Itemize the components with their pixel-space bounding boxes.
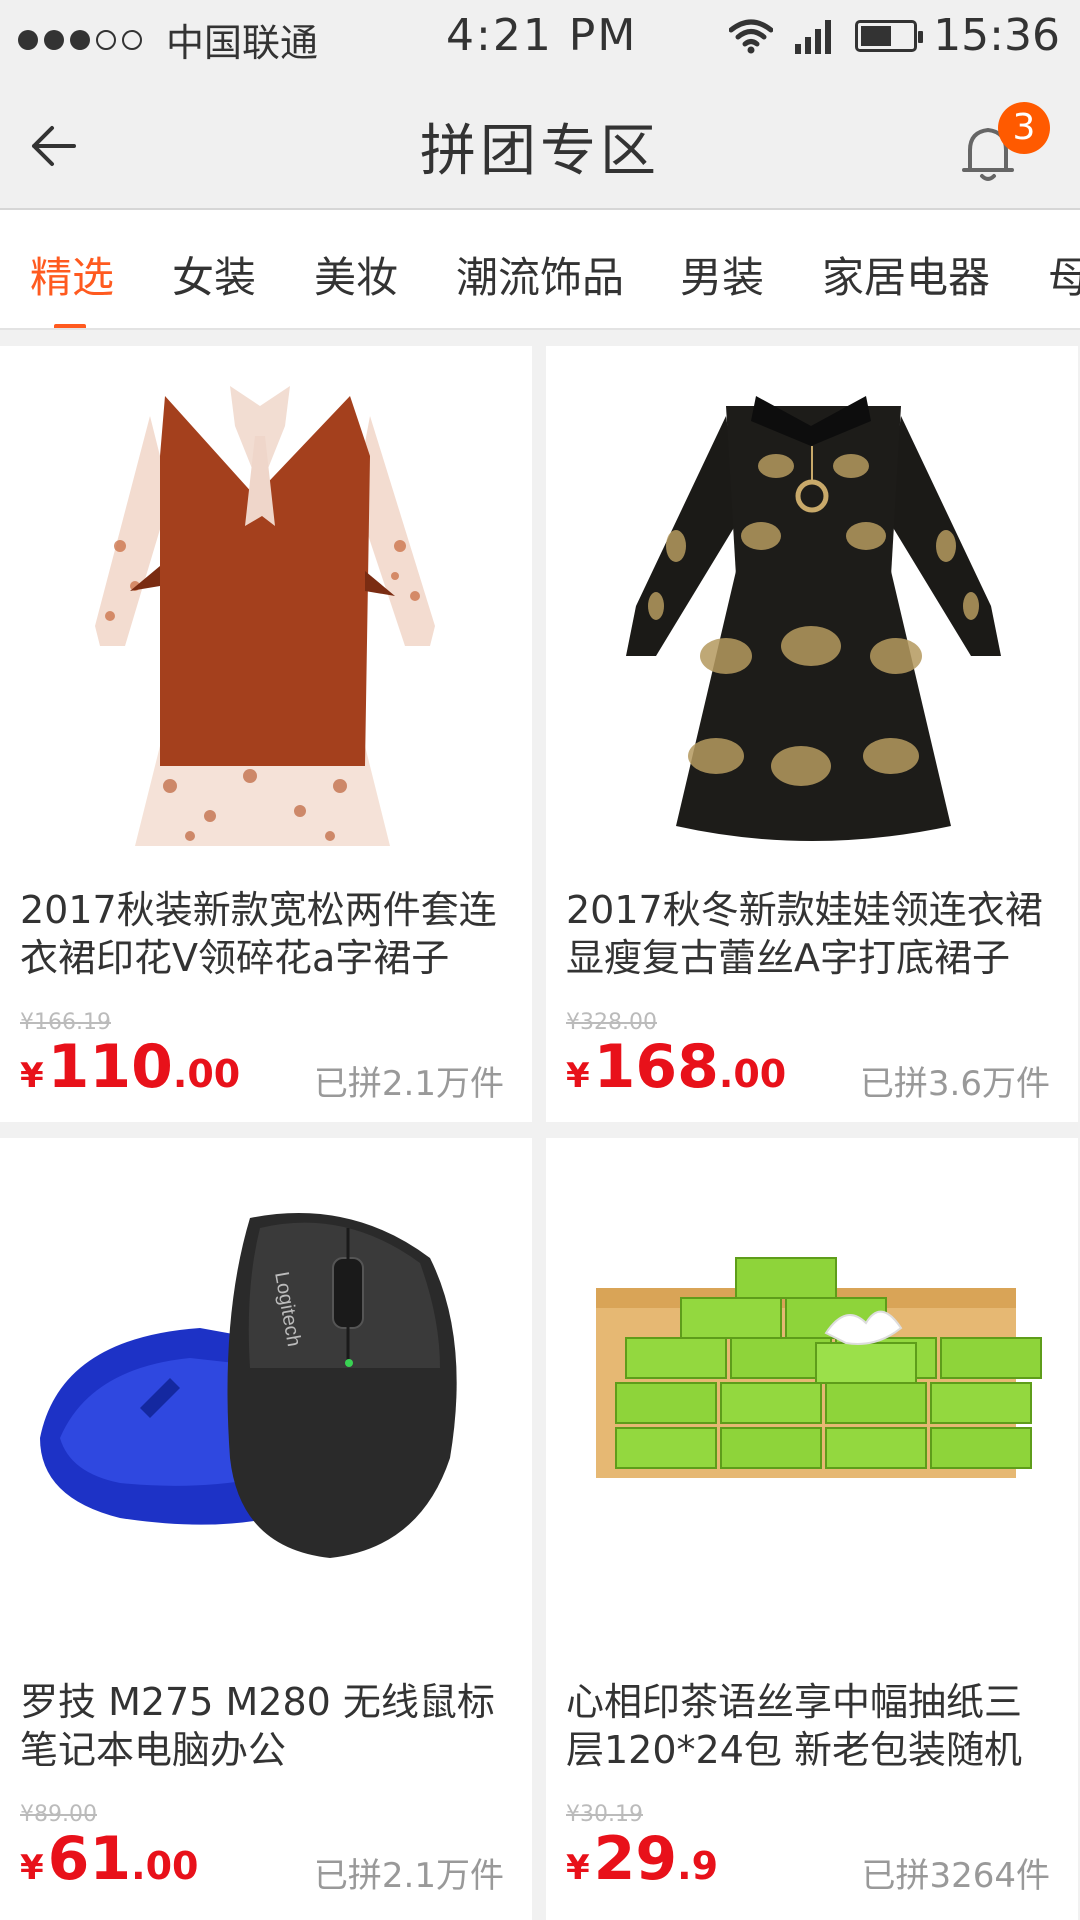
sold-count: 已拼3.6万件 xyxy=(859,1064,1050,1104)
battery-icon xyxy=(855,19,924,52)
carrier-name: 中国联通 xyxy=(166,21,319,65)
currency-symbol: ¥ xyxy=(566,1848,590,1888)
product-card[interactable]: 2017秋冬新款娃娃领连衣裙显瘦复古蕾丝A字打底裙子 ¥328.00 ¥168.… xyxy=(546,346,1078,1122)
nav-bar: 拼团专区 3 xyxy=(0,78,1080,210)
tissue-pack-image xyxy=(596,1257,1042,1478)
sold-count: 已拼2.1万件 xyxy=(313,1064,504,1104)
product-image[interactable] xyxy=(0,346,532,866)
signal-dot xyxy=(18,29,38,50)
category-tabs: 精选 女装 美妆 潮流饰品 男装 家居电器 母 xyxy=(0,210,1080,330)
product-card[interactable]: 心相印茶语丝享中幅抽纸三层120*24包 新老包装随机 ¥30.19 ¥29.9… xyxy=(546,1138,1078,1920)
sold-count: 已拼3264件 xyxy=(861,1856,1050,1896)
price-integer: 29 xyxy=(593,1824,678,1894)
product-title: 罗技 M275 M280 无线鼠标笔记本电脑办公 xyxy=(20,1680,495,1772)
signal-dot xyxy=(96,29,116,50)
tab-beauty[interactable]: 美妆 xyxy=(314,244,398,305)
currency-symbol: ¥ xyxy=(566,1056,590,1096)
signal-dots xyxy=(18,29,148,50)
price-integer: 110 xyxy=(47,1032,173,1102)
product-title: 2017秋冬新款娃娃领连衣裙显瘦复古蕾丝A字打底裙子 xyxy=(566,888,1043,980)
battery-level xyxy=(861,25,892,46)
product-card[interactable]: Logitech 罗技 M275 M280 无线鼠标笔记本电脑办公 ¥89.00… xyxy=(0,1138,532,1920)
status-icons: 15:36 xyxy=(729,10,1060,61)
group-price: ¥168.00 xyxy=(566,1032,786,1102)
signal-dot xyxy=(70,29,90,50)
product-image[interactable] xyxy=(546,1138,1078,1658)
tab-fashion-accessories[interactable]: 潮流饰品 xyxy=(456,244,624,305)
tab-featured[interactable]: 精选 xyxy=(30,244,114,305)
product-title: 2017秋装新款宽松两件套连衣裙印花V领碎花a字裙子 xyxy=(20,888,497,980)
page-title: 拼团专区 xyxy=(420,119,660,184)
tab-mother-baby[interactable]: 母 xyxy=(1048,244,1080,305)
wifi-icon xyxy=(729,19,774,53)
tab-home-appliances[interactable]: 家居电器 xyxy=(822,244,990,305)
cell-signal-icon xyxy=(795,19,832,54)
currency-symbol: ¥ xyxy=(20,1056,44,1096)
carrier-group: 中国联通 xyxy=(18,12,318,67)
group-price: ¥29.9 xyxy=(566,1824,718,1894)
status-time: 4:21 PM xyxy=(446,10,638,61)
tab-mens-clothing[interactable]: 男装 xyxy=(680,244,764,305)
price-decimal: .00 xyxy=(131,1844,199,1888)
group-price: ¥61.00 xyxy=(20,1824,199,1894)
status-clock: 15:36 xyxy=(933,10,1060,61)
price-decimal: .9 xyxy=(677,1844,719,1888)
group-price: ¥110.00 xyxy=(20,1032,240,1102)
product-title: 心相印茶语丝享中幅抽纸三层120*24包 新老包装随机 xyxy=(566,1680,1023,1772)
sold-count: 已拼2.1万件 xyxy=(313,1856,504,1896)
status-bar: 中国联通 4:21 PM 15:36 xyxy=(0,0,1080,78)
price-decimal: .00 xyxy=(718,1052,787,1096)
dress-image xyxy=(95,386,435,846)
notification-badge: 3 xyxy=(998,102,1050,154)
price-integer: 168 xyxy=(593,1032,719,1102)
signal-dot xyxy=(122,29,142,50)
product-card[interactable]: 2017秋装新款宽松两件套连衣裙印花V领碎花a字裙子 ¥166.19 ¥110.… xyxy=(0,346,532,1122)
signal-dot xyxy=(44,29,64,50)
currency-symbol: ¥ xyxy=(20,1848,44,1888)
active-tab-indicator xyxy=(54,324,86,328)
tab-womens-clothing[interactable]: 女装 xyxy=(172,244,256,305)
price-decimal: .00 xyxy=(172,1052,241,1096)
product-image[interactable] xyxy=(546,346,1078,866)
mouse-image: Logitech xyxy=(40,1213,457,1558)
price-integer: 61 xyxy=(47,1824,132,1894)
dress-image xyxy=(626,396,1001,841)
product-image[interactable]: Logitech xyxy=(0,1138,532,1658)
